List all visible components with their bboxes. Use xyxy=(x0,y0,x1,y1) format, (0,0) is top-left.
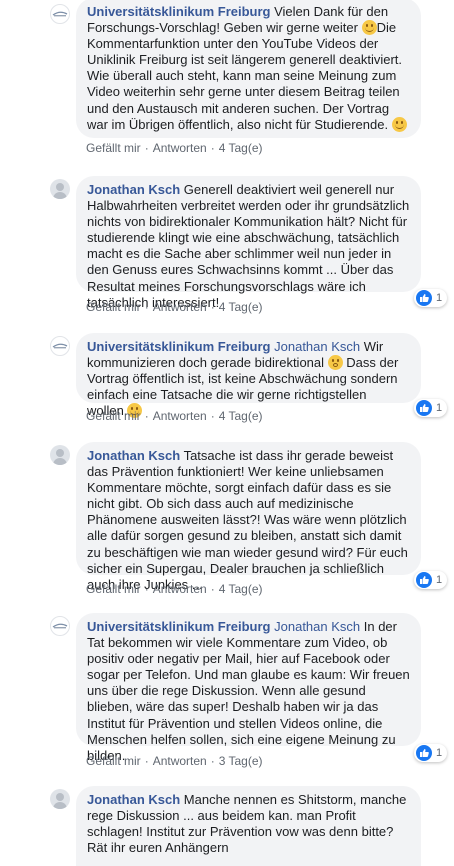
university-logo-icon xyxy=(52,11,68,17)
comment-actions: Gefällt mir · Antworten · 4 Tag(e) xyxy=(86,141,263,155)
comment-actions: Gefällt mir · Antworten · 4 Tag(e) xyxy=(86,582,263,596)
reaction-badge[interactable]: 1 xyxy=(414,744,448,762)
comment-bubble: Universitätsklinikum Freiburg Jonathan K… xyxy=(76,613,421,763)
comment-author[interactable]: Universitätsklinikum Freiburg xyxy=(87,619,271,634)
thumbs-up-icon xyxy=(416,290,432,306)
reaction-count: 1 xyxy=(436,747,443,759)
comment-actions: Gefällt mir · Antworten · 3 Tag(e) xyxy=(86,754,263,768)
comment-author[interactable]: Jonathan Ksch xyxy=(87,448,180,463)
timestamp[interactable]: 3 Tag(e) xyxy=(219,754,263,768)
smile-emoji-icon xyxy=(391,116,407,132)
comment-author[interactable]: Jonathan Ksch xyxy=(87,792,180,807)
mention-link[interactable]: Jonathan Ksch xyxy=(274,619,360,634)
reaction-badge[interactable]: 1 xyxy=(414,399,448,417)
reaction-badge[interactable]: 1 xyxy=(414,571,448,589)
avatar[interactable] xyxy=(50,179,70,199)
comment-bubble: Jonathan Ksch Manche nennen es Shitstorm… xyxy=(76,786,421,866)
comment-bubble: Jonathan Ksch Generell deaktiviert weil … xyxy=(76,176,421,310)
reaction-count: 1 xyxy=(436,402,443,414)
comment-text: In der Tat bekommen wir viele Kommentare… xyxy=(87,619,410,763)
reply-link[interactable]: Antworten xyxy=(153,409,207,423)
like-link[interactable]: Gefällt mir xyxy=(86,582,141,596)
comment-author[interactable]: Universitätsklinikum Freiburg xyxy=(87,4,271,19)
comment-text: Die Kommentarfunktion unter den YouTube … xyxy=(87,20,403,132)
surprised-emoji-icon xyxy=(327,355,343,371)
reply-link[interactable]: Antworten xyxy=(153,141,207,155)
like-link[interactable]: Gefällt mir xyxy=(86,754,141,768)
avatar[interactable] xyxy=(50,4,70,24)
comment-actions: Gefällt mir · Antworten · 4 Tag(e) xyxy=(86,409,263,423)
like-link[interactable]: Gefällt mir xyxy=(86,141,141,155)
timestamp[interactable]: 4 Tag(e) xyxy=(219,141,263,155)
mention-link[interactable]: Jonathan Ksch xyxy=(274,339,360,354)
comment-actions: Gefällt mir · Antworten · 4 Tag(e) xyxy=(86,300,263,314)
university-logo-icon xyxy=(52,343,68,349)
reaction-count: 1 xyxy=(436,574,443,586)
university-logo-icon xyxy=(52,623,68,629)
reply-link[interactable]: Antworten xyxy=(153,300,207,314)
comment-text: Tatsache ist dass ihr gerade beweist das… xyxy=(87,448,408,592)
comment-text: Generell deaktiviert weil generell nur H… xyxy=(87,182,410,310)
comment-author[interactable]: Universitätsklinikum Freiburg xyxy=(87,339,271,354)
comment-bubble: Jonathan Ksch Tatsache ist dass ihr gera… xyxy=(76,442,421,592)
reply-link[interactable]: Antworten xyxy=(153,754,207,768)
comment-author[interactable]: Jonathan Ksch xyxy=(87,182,180,197)
like-link[interactable]: Gefällt mir xyxy=(86,300,141,314)
thumbs-up-icon xyxy=(416,572,432,588)
comment-bubble: Universitätsklinikum Freiburg Vielen Dan… xyxy=(76,0,421,138)
avatar[interactable] xyxy=(50,336,70,356)
reaction-count: 1 xyxy=(436,292,443,304)
thumbs-up-icon xyxy=(416,745,432,761)
timestamp[interactable]: 4 Tag(e) xyxy=(219,582,263,596)
comment-bubble: Universitätsklinikum Freiburg Jonathan K… xyxy=(76,333,421,419)
timestamp[interactable]: 4 Tag(e) xyxy=(219,409,263,423)
timestamp[interactable]: 4 Tag(e) xyxy=(219,300,263,314)
reaction-badge[interactable]: 1 xyxy=(414,289,448,307)
avatar[interactable] xyxy=(50,616,70,636)
thumbs-up-icon xyxy=(416,400,432,416)
like-link[interactable]: Gefällt mir xyxy=(86,409,141,423)
reply-link[interactable]: Antworten xyxy=(153,582,207,596)
avatar[interactable] xyxy=(50,789,70,809)
smile-emoji-icon xyxy=(361,20,377,36)
avatar[interactable] xyxy=(50,445,70,465)
